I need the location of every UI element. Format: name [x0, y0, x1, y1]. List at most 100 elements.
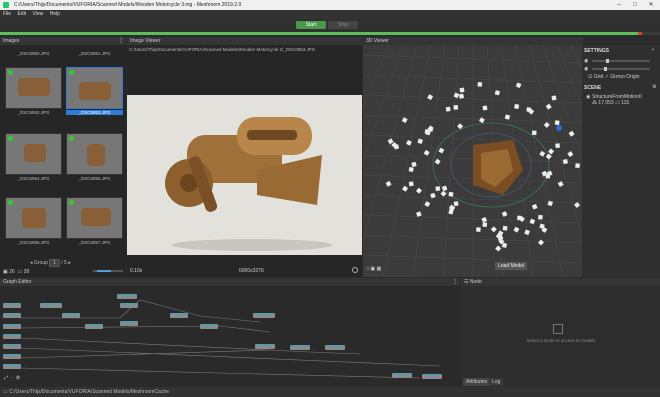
graph-node[interactable] — [3, 354, 21, 359]
camera-frustum[interactable] — [402, 185, 409, 192]
camera-frustum[interactable] — [545, 103, 552, 110]
camera-frustum[interactable] — [543, 121, 550, 129]
camera-frustum[interactable] — [427, 94, 434, 101]
graph-node[interactable] — [120, 303, 138, 308]
camera-frustum[interactable] — [531, 203, 538, 210]
camera-frustum[interactable] — [401, 117, 408, 124]
scene-options-icon[interactable]: ⚙ — [652, 84, 656, 90]
camera-frustum[interactable] — [502, 225, 508, 231]
graph-node[interactable] — [3, 334, 21, 339]
camera-frustum[interactable] — [411, 161, 417, 168]
camera-frustum[interactable] — [453, 201, 459, 207]
start-button[interactable]: Start — [296, 21, 326, 29]
wireframe-icon[interactable]: □ — [366, 266, 369, 272]
folder-icon[interactable]: ▭ — [3, 389, 8, 395]
maximize-icon[interactable]: □ — [628, 0, 642, 10]
graph-node[interactable] — [392, 373, 412, 378]
graph-node[interactable] — [3, 364, 21, 369]
textured-icon[interactable]: ▦ — [377, 266, 382, 272]
camera-frustum[interactable] — [531, 130, 537, 136]
camera-frustum[interactable] — [415, 211, 422, 217]
thumbnail-selected[interactable] — [66, 67, 123, 109]
thumbnail[interactable] — [5, 133, 62, 175]
camera-frustum[interactable] — [539, 223, 545, 229]
node-graph[interactable] — [0, 286, 460, 386]
camera-frustum[interactable] — [415, 187, 423, 194]
grid-checkbox[interactable]: ☑ — [588, 74, 592, 80]
camera-frustum[interactable] — [562, 158, 568, 165]
graph-node[interactable] — [3, 303, 21, 308]
graph-node[interactable] — [422, 374, 442, 379]
point-size-slider[interactable] — [592, 59, 650, 63]
solid-icon[interactable]: ▣ — [370, 266, 375, 272]
camera-frustum[interactable] — [526, 107, 532, 113]
camera-frustum[interactable] — [494, 90, 500, 96]
camera-frustum[interactable] — [482, 222, 488, 228]
camera-frustum[interactable] — [408, 166, 414, 172]
menu-help[interactable]: Help — [50, 11, 60, 17]
node-menu-icon[interactable]: ☰ — [464, 279, 468, 285]
camera-frustum[interactable] — [482, 105, 488, 111]
camera-frustum[interactable] — [427, 126, 434, 133]
graph-node[interactable] — [3, 324, 21, 329]
menu-file[interactable]: File — [3, 11, 11, 17]
camera-frustum[interactable] — [501, 211, 508, 217]
camera-frustum[interactable] — [458, 93, 465, 99]
camera-frustum[interactable] — [514, 104, 520, 109]
group-input[interactable]: 1 — [49, 259, 60, 267]
layout-icon[interactable]: ⋯ — [9, 375, 14, 381]
thumbnail-size-slider[interactable] — [93, 270, 123, 272]
graph-node[interactable] — [3, 344, 21, 349]
camera-frustum[interactable] — [448, 209, 454, 215]
minimize-icon[interactable]: – — [612, 0, 626, 10]
camera-frustum[interactable] — [438, 147, 445, 154]
camera-frustum[interactable] — [529, 218, 536, 225]
camera-frustum[interactable] — [440, 190, 447, 197]
camera-frustum[interactable] — [453, 105, 459, 110]
next-group-icon[interactable]: ▸ — [68, 260, 71, 266]
graph-menu-icon[interactable]: ⋮ — [452, 278, 458, 285]
camera-frustum[interactable] — [453, 92, 460, 99]
stop-button[interactable]: Stop — [328, 21, 358, 29]
camera-frustum[interactable] — [537, 239, 545, 246]
camera-frustum[interactable] — [424, 201, 431, 208]
camera-frustum[interactable] — [538, 214, 543, 220]
camera-frustum[interactable] — [539, 150, 546, 157]
more-icon[interactable]: ⋮ — [118, 37, 124, 44]
camera-frustum[interactable] — [504, 114, 511, 120]
graph-node[interactable] — [290, 345, 310, 350]
tab-attributes[interactable]: Attributes — [463, 378, 491, 386]
camera-frustum[interactable] — [408, 181, 414, 187]
graph-node[interactable] — [40, 303, 62, 308]
thumbnail[interactable] — [66, 133, 123, 175]
graph-node[interactable] — [253, 313, 275, 318]
graph-node[interactable] — [170, 313, 188, 318]
camera-frustum[interactable] — [547, 148, 555, 155]
camera-frustum[interactable] — [575, 163, 581, 169]
camera-frustum[interactable] — [434, 158, 441, 165]
camera-frustum[interactable] — [545, 153, 552, 160]
camera-frustum[interactable] — [445, 106, 451, 112]
graph-node[interactable] — [3, 313, 21, 318]
settings-gear-icon[interactable]: ⚙ — [16, 375, 20, 381]
camera-frustum[interactable] — [555, 143, 560, 149]
camera-frustum[interactable] — [568, 130, 575, 137]
camera-frustum[interactable] — [515, 82, 522, 89]
graph-node[interactable] — [325, 345, 345, 350]
camera-frustum[interactable] — [513, 226, 520, 233]
camera-frustum[interactable] — [459, 87, 465, 93]
graph-node[interactable] — [120, 321, 138, 326]
visibility-icon[interactable]: ◉ — [586, 94, 590, 100]
camera-frustum[interactable] — [441, 185, 448, 192]
camera-frustum[interactable] — [435, 186, 441, 192]
camera-frustum[interactable] — [495, 245, 502, 252]
graph-node[interactable] — [117, 294, 137, 299]
camera-frustum[interactable] — [385, 180, 392, 187]
camera-frustum[interactable] — [567, 151, 574, 158]
camera-frustum[interactable] — [501, 242, 508, 249]
camera-frustum[interactable] — [423, 149, 430, 156]
camera-scale-slider[interactable] — [592, 67, 650, 71]
camera-frustum[interactable] — [448, 191, 454, 197]
camera-frustum[interactable] — [524, 229, 530, 236]
graph-node[interactable] — [62, 313, 80, 318]
